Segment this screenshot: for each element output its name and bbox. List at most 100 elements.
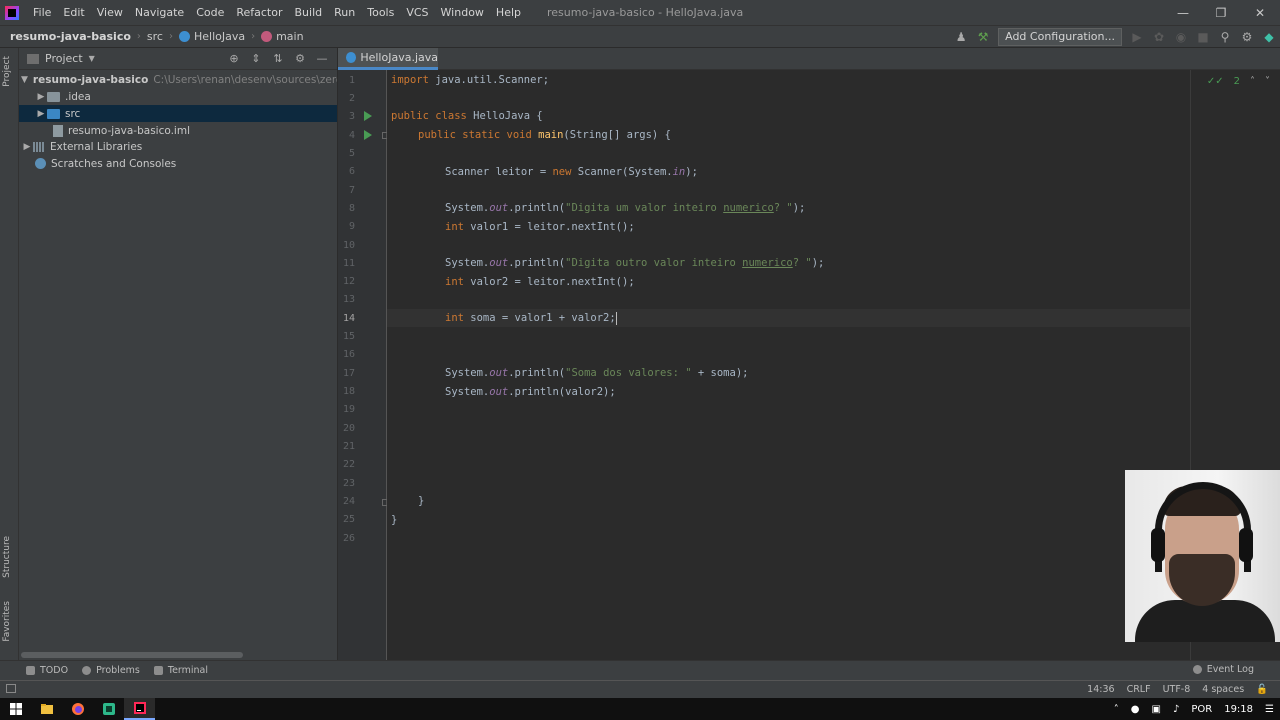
favorites-tool-tab[interactable]: Favorites xyxy=(2,601,12,642)
run-icon[interactable]: ▶ xyxy=(1126,26,1148,48)
intellij-logo-icon xyxy=(5,5,19,20)
chevron-down-icon[interactable]: ▼ xyxy=(21,75,28,85)
menu-build[interactable]: Build xyxy=(289,0,329,25)
run-main-icon[interactable] xyxy=(364,130,372,140)
windows-start-icon[interactable] xyxy=(0,698,31,720)
stop-icon[interactable]: ■ xyxy=(1192,26,1214,48)
project-panel-header: Project ▼ ⊕ ⇕ ⇅ ⚙ — xyxy=(19,48,337,70)
app-green-icon[interactable] xyxy=(93,698,124,720)
breadcrumb-project[interactable]: resumo-java-basico xyxy=(10,30,131,43)
line-number: 11 xyxy=(342,258,355,269)
close-icon[interactable]: ✕ xyxy=(1241,0,1279,25)
file-explorer-icon[interactable] xyxy=(31,698,62,720)
network-icon[interactable]: ▣ xyxy=(1152,704,1161,715)
event-log-button[interactable]: Event Log xyxy=(1192,664,1254,675)
code-keyword: new xyxy=(552,166,572,178)
file-encoding[interactable]: UTF-8 xyxy=(1163,684,1191,695)
search-icon[interactable]: ⚲ xyxy=(1214,26,1236,48)
plugin-icon[interactable]: ◆ xyxy=(1258,26,1280,48)
chevron-up-icon[interactable]: ˄ xyxy=(1114,704,1119,715)
line-number: 1 xyxy=(348,75,355,86)
add-configuration-button[interactable]: Add Configuration... xyxy=(998,28,1122,46)
project-panel-title[interactable]: Project xyxy=(45,52,83,65)
line-number: 25 xyxy=(342,514,355,525)
menu-help[interactable]: Help xyxy=(490,0,527,25)
menu-edit[interactable]: Edit xyxy=(57,0,90,25)
clock-time[interactable]: 19:18 xyxy=(1224,704,1253,715)
structure-tool-tab[interactable]: Structure xyxy=(2,536,12,578)
menu-code[interactable]: Code xyxy=(190,0,230,25)
horizontal-scrollbar[interactable] xyxy=(21,652,243,658)
tree-item-project-root[interactable]: ▼ resumo-java-basico C:\Users\renan\dese… xyxy=(19,71,337,88)
tree-item-path: C:\Users\renan\desenv\sources\zero_micro xyxy=(153,73,337,86)
breadcrumb-method[interactable]: main xyxy=(261,30,304,43)
problems-icon xyxy=(82,666,92,675)
chevron-right-icon[interactable]: ▶ xyxy=(35,109,47,119)
expand-all-icon[interactable]: ⇕ xyxy=(245,51,267,67)
line-separator[interactable]: CRLF xyxy=(1127,684,1151,695)
code-string: "Digita outro valor inteiro xyxy=(565,257,743,269)
breadcrumb-method-label: main xyxy=(276,30,304,43)
firefox-icon[interactable] xyxy=(62,698,93,720)
indent-setting[interactable]: 4 spaces xyxy=(1202,684,1244,695)
tool-windows-icon[interactable] xyxy=(6,684,16,693)
tree-item-iml[interactable]: resumo-java-basico.iml xyxy=(19,122,337,139)
tree-item-scratches[interactable]: Scratches and Consoles xyxy=(19,155,337,172)
code-field: out xyxy=(489,202,509,214)
chevron-up-icon[interactable]: ˄ xyxy=(1250,76,1255,87)
code-text: Scanner leitor = xyxy=(445,166,553,178)
maximize-icon[interactable]: ❐ xyxy=(1202,0,1240,25)
menu-vcs[interactable]: VCS xyxy=(400,0,434,25)
intellij-taskbar-icon[interactable] xyxy=(124,698,155,720)
left-tool-stripe: Project Structure Favorites xyxy=(0,48,19,660)
coverage-icon[interactable]: ◉ xyxy=(1170,26,1192,48)
code-line-17: System.out.println("Soma dos valores: " … xyxy=(445,364,748,382)
user-icon[interactable]: ♟ xyxy=(950,26,972,48)
menu-file[interactable]: File xyxy=(27,0,57,25)
code-text: .println(valor2); xyxy=(508,386,616,398)
hide-icon[interactable]: — xyxy=(311,51,333,67)
menu-tools[interactable]: Tools xyxy=(361,0,400,25)
code-line-24: } xyxy=(418,495,425,507)
run-class-icon[interactable] xyxy=(364,111,372,121)
lock-icon[interactable]: 🔓 xyxy=(1256,684,1268,695)
breadcrumb-src[interactable]: src xyxy=(147,30,163,43)
breadcrumb-class[interactable]: HelloJava xyxy=(178,30,245,43)
menu-run[interactable]: Run xyxy=(328,0,361,25)
menu-view[interactable]: View xyxy=(91,0,129,25)
todo-tool-button[interactable]: TODO xyxy=(26,665,68,676)
tree-item-external-libraries[interactable]: ▶ External Libraries xyxy=(19,138,337,155)
build-hammer-icon[interactable]: ⚒ xyxy=(972,26,994,48)
code-string: ? " xyxy=(792,257,812,269)
keyboard-language[interactable]: POR xyxy=(1191,704,1212,715)
project-tool-tab[interactable]: Project xyxy=(2,56,12,87)
inspection-widget[interactable]: ✓✓ 2 ˄ ˅ xyxy=(1207,76,1270,87)
terminal-tool-button[interactable]: Terminal xyxy=(153,665,208,676)
tree-item-src[interactable]: ▶ src xyxy=(19,105,337,122)
microphone-icon[interactable]: ● xyxy=(1131,704,1140,715)
menu-window[interactable]: Window xyxy=(435,0,490,25)
chevron-down-icon[interactable]: ▼ xyxy=(89,54,95,63)
tree-item-idea[interactable]: ▶ .idea xyxy=(19,88,337,105)
menu-navigate[interactable]: Navigate xyxy=(129,0,190,25)
source-folder-icon xyxy=(47,108,60,119)
settings-gear-icon[interactable]: ⚙ xyxy=(1236,26,1258,48)
chevron-right-icon[interactable]: ▶ xyxy=(21,142,33,152)
notification-icon[interactable]: ☰ xyxy=(1265,704,1274,715)
code-keyword: import xyxy=(391,74,429,86)
debug-icon[interactable]: ✿ xyxy=(1148,26,1170,48)
locate-icon[interactable]: ⊕ xyxy=(223,51,245,67)
gear-icon[interactable]: ⚙ xyxy=(289,51,311,67)
line-number: 24 xyxy=(342,496,355,507)
problems-tool-button[interactable]: Problems xyxy=(82,665,140,676)
chevron-down-icon[interactable]: ˅ xyxy=(1265,76,1270,87)
menu-refactor[interactable]: Refactor xyxy=(230,0,288,25)
minimize-icon[interactable]: — xyxy=(1164,0,1202,25)
chevron-right-icon[interactable]: ▶ xyxy=(35,92,47,102)
caret-position[interactable]: 14:36 xyxy=(1087,684,1114,695)
volume-icon[interactable]: ♪ xyxy=(1173,704,1179,715)
library-icon xyxy=(33,141,45,152)
collapse-all-icon[interactable]: ⇅ xyxy=(267,51,289,67)
code-line-25: } xyxy=(391,514,398,526)
tab-hellojava[interactable]: HelloJava.java xyxy=(338,48,438,70)
